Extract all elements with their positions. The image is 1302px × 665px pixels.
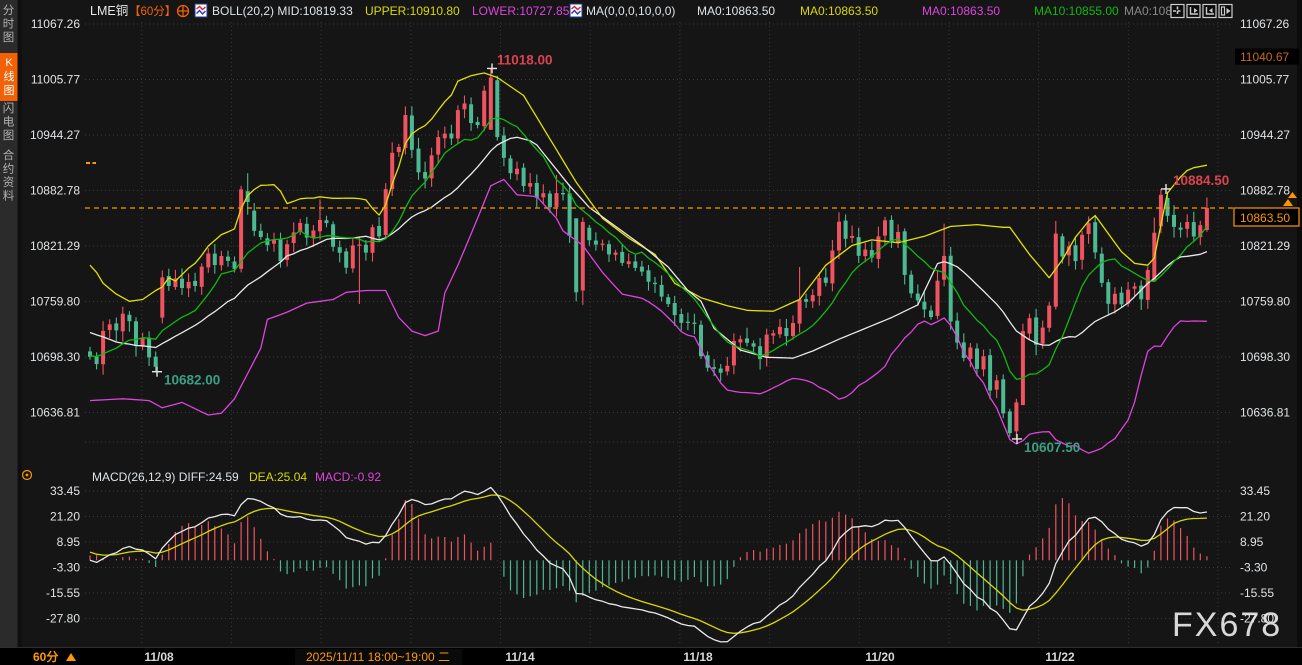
- svg-text:分: 分: [3, 4, 15, 17]
- svg-text:图: 图: [4, 84, 15, 97]
- svg-text:MA(0,0,0,10,0,0): MA(0,0,0,10,0,0): [586, 4, 675, 18]
- svg-text:10759.80: 10759.80: [30, 295, 80, 309]
- svg-text:11067.26: 11067.26: [31, 17, 80, 31]
- svg-text:图: 图: [3, 129, 15, 142]
- svg-text:2025/11/11 18:00~19:00 二: 2025/11/11 18:00~19:00 二: [306, 650, 450, 664]
- svg-text:MA0:10863.50: MA0:10863.50: [800, 4, 878, 18]
- svg-text:11/18: 11/18: [683, 650, 713, 664]
- svg-text:约: 约: [3, 162, 15, 176]
- svg-text:10682.00: 10682.00: [164, 373, 220, 388]
- svg-text:10821.29: 10821.29: [1240, 239, 1290, 253]
- svg-text:MA0:10863.50: MA0:10863.50: [922, 4, 1000, 18]
- svg-text:10821.29: 10821.29: [30, 239, 80, 253]
- svg-text:10944.27: 10944.27: [30, 128, 80, 142]
- svg-text:10636.81: 10636.81: [30, 406, 80, 420]
- svg-text:10698.30: 10698.30: [1240, 350, 1290, 364]
- svg-text:MACD(26,12,9) DIFF:24.59: MACD(26,12,9) DIFF:24.59: [92, 470, 239, 484]
- svg-text:11067.26: 11067.26: [1240, 17, 1289, 31]
- svg-text:LOWER:10727.85: LOWER:10727.85: [472, 4, 570, 18]
- svg-text:11018.00: 11018.00: [497, 52, 553, 67]
- svg-text:资: 资: [3, 176, 15, 189]
- svg-text:-3.30: -3.30: [53, 561, 81, 575]
- svg-text:11/22: 11/22: [1045, 650, 1075, 664]
- svg-text:11005.77: 11005.77: [31, 73, 80, 87]
- svg-text:21.20: 21.20: [50, 510, 80, 524]
- svg-text:10882.78: 10882.78: [30, 184, 80, 198]
- svg-text:UPPER:10910.80: UPPER:10910.80: [365, 4, 460, 18]
- svg-text:-15.55: -15.55: [46, 586, 80, 600]
- svg-text:11040.67: 11040.67: [1240, 50, 1289, 64]
- svg-text:33.45: 33.45: [50, 484, 80, 498]
- svg-text:【60分】: 【60分】: [129, 5, 176, 18]
- svg-text:电: 电: [3, 116, 15, 129]
- svg-text:10882.78: 10882.78: [1240, 184, 1290, 198]
- svg-text:8.95: 8.95: [57, 535, 81, 549]
- svg-text:MACD:-0.92: MACD:-0.92: [315, 470, 381, 484]
- svg-text:10884.50: 10884.50: [1173, 173, 1229, 188]
- svg-text:21.20: 21.20: [1240, 510, 1270, 524]
- svg-text:DEA:25.04: DEA:25.04: [249, 470, 307, 484]
- svg-text:MA0:108: MA0:108: [1124, 4, 1172, 18]
- svg-text:10607.50: 10607.50: [1024, 440, 1080, 455]
- svg-text:11/20: 11/20: [865, 650, 895, 664]
- svg-text:10759.80: 10759.80: [1240, 295, 1290, 309]
- svg-text:LME铜: LME铜: [90, 3, 128, 18]
- svg-text:-27.80: -27.80: [46, 612, 80, 626]
- svg-text:10698.30: 10698.30: [30, 350, 80, 364]
- svg-text:FX678: FX678: [1172, 606, 1282, 644]
- svg-text:11005.77: 11005.77: [1240, 73, 1289, 87]
- svg-text:线: 线: [4, 69, 15, 83]
- svg-text:10944.27: 10944.27: [1240, 128, 1290, 142]
- svg-text:合: 合: [3, 148, 15, 162]
- svg-text:11/08: 11/08: [144, 650, 174, 664]
- svg-text:料: 料: [3, 189, 15, 203]
- svg-text:11/14: 11/14: [505, 650, 535, 664]
- svg-text:K: K: [5, 57, 13, 69]
- svg-text:MA10:10855.00: MA10:10855.00: [1034, 4, 1119, 18]
- svg-text:图: 图: [3, 31, 15, 44]
- svg-text:8.95: 8.95: [1240, 535, 1264, 549]
- svg-text:-15.55: -15.55: [1240, 586, 1274, 600]
- svg-text:10636.81: 10636.81: [1240, 406, 1290, 420]
- svg-text:-3.30: -3.30: [1240, 561, 1268, 575]
- svg-text:MA0:10863.50: MA0:10863.50: [697, 4, 775, 18]
- svg-text:BOLL(20,2) MID:10819.33: BOLL(20,2) MID:10819.33: [212, 4, 353, 18]
- svg-text:33.45: 33.45: [1240, 484, 1270, 498]
- svg-text:时: 时: [3, 18, 15, 31]
- svg-text:10863.50: 10863.50: [1240, 211, 1290, 225]
- svg-text:60分: 60分: [33, 649, 58, 664]
- svg-text:闪: 闪: [3, 101, 15, 115]
